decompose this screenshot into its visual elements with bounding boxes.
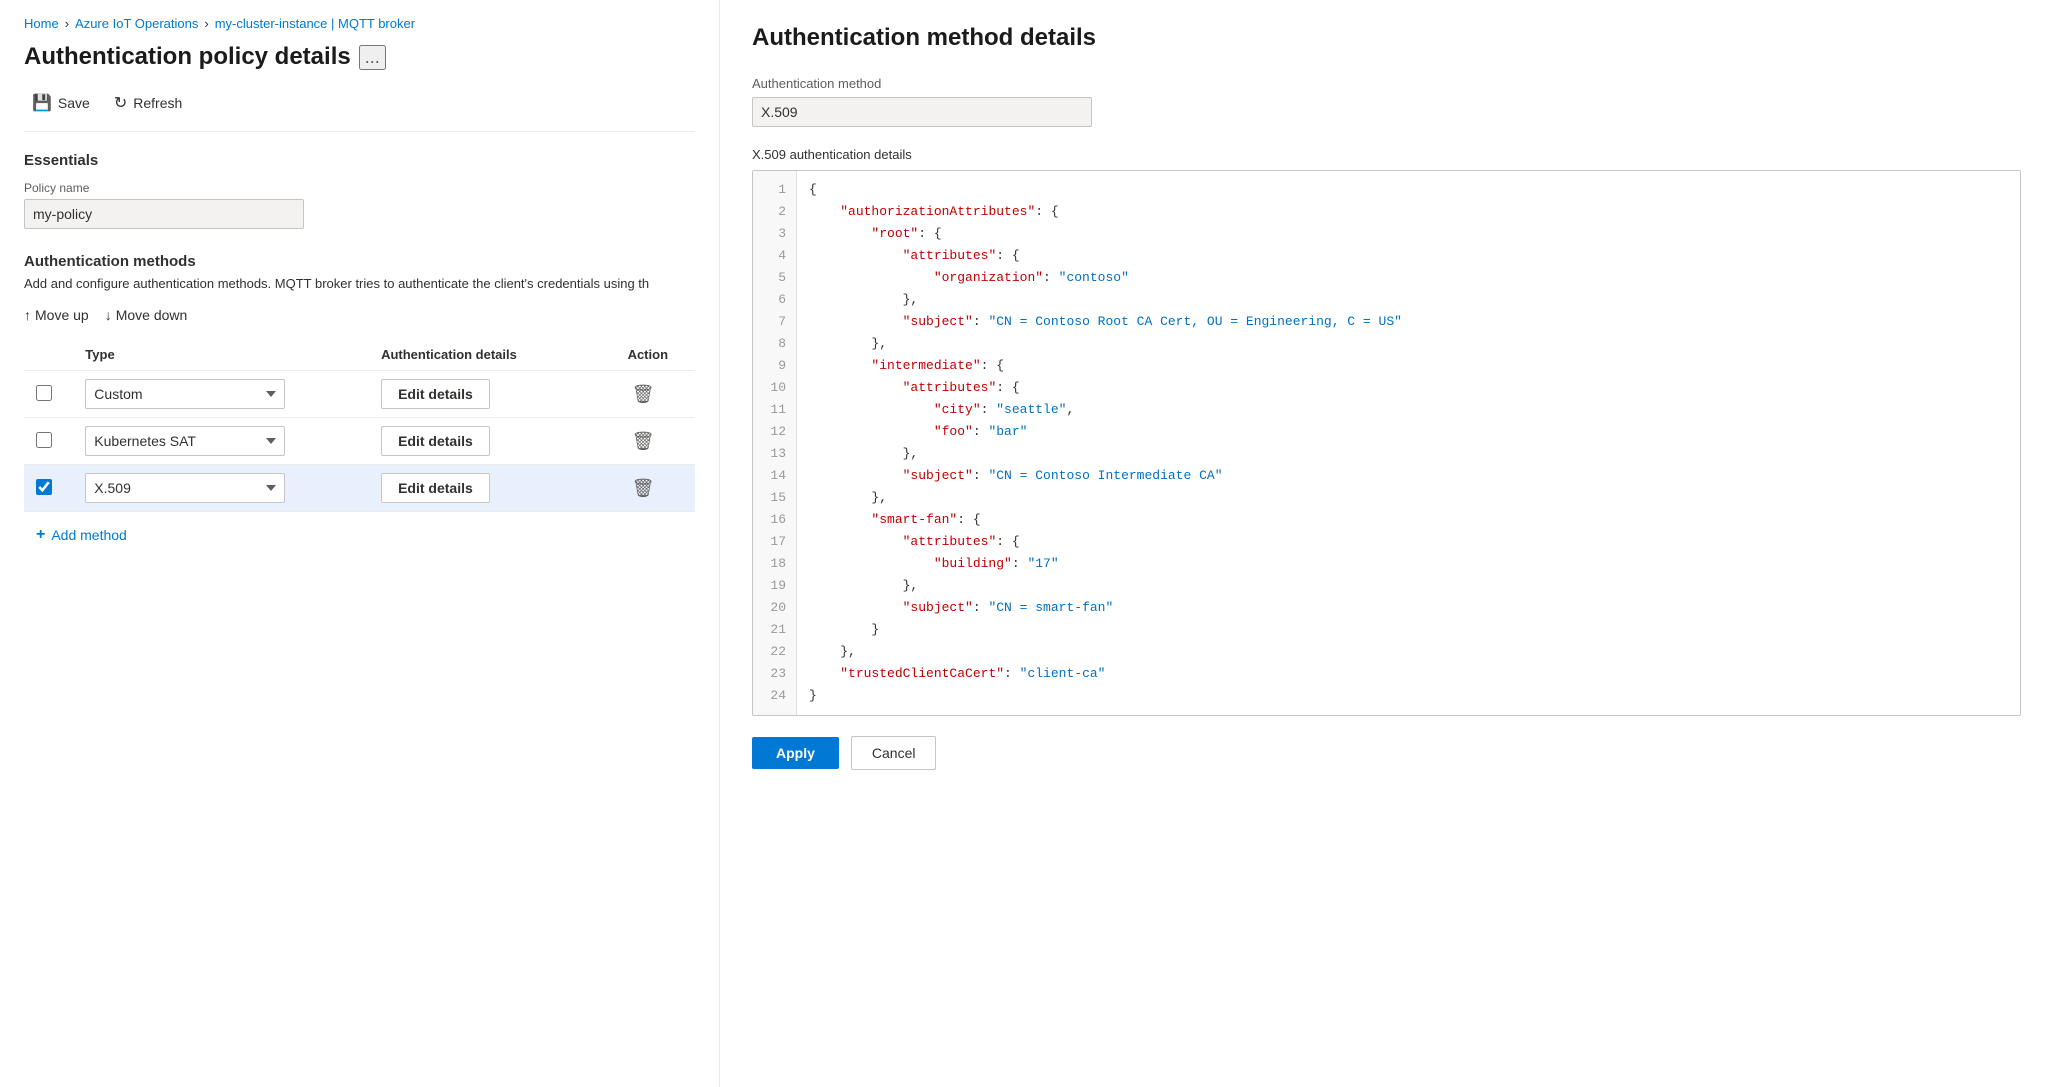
table-row: Custom Kubernetes SAT X.509 Edit details… bbox=[24, 465, 695, 512]
code-line: "attributes": { bbox=[809, 377, 2008, 399]
breadcrumb-azure-iot[interactable]: Azure IoT Operations bbox=[75, 16, 198, 31]
table-row: Custom Kubernetes SAT X.509 Edit details… bbox=[24, 371, 695, 418]
move-down-icon: ↓ bbox=[105, 307, 112, 323]
auth-methods-desc: Add and configure authentication methods… bbox=[24, 276, 695, 291]
code-line: } bbox=[809, 685, 2008, 707]
policy-name-input[interactable] bbox=[24, 199, 304, 229]
delete-button-0[interactable]: 🗑 bbox=[628, 380, 659, 409]
code-line: "building": "17" bbox=[809, 553, 2008, 575]
type-select-2[interactable]: Custom Kubernetes SAT X.509 bbox=[85, 473, 285, 503]
code-line: "trustedClientCaCert": "client-ca" bbox=[809, 663, 2008, 685]
auth-methods-title: Authentication methods bbox=[24, 253, 695, 270]
code-line: { bbox=[809, 179, 2008, 201]
toolbar: 💾 Save ↻ Refresh bbox=[24, 87, 695, 132]
left-panel: Home › Azure IoT Operations › my-cluster… bbox=[0, 0, 720, 1087]
auth-method-label: Authentication method bbox=[752, 76, 2021, 91]
essentials-section: Essentials Policy name bbox=[24, 152, 695, 249]
save-button[interactable]: 💾 Save bbox=[24, 87, 98, 119]
col-checkbox bbox=[24, 339, 73, 371]
code-line: "attributes": { bbox=[809, 531, 2008, 553]
code-line: "smart-fan": { bbox=[809, 509, 2008, 531]
code-line: "attributes": { bbox=[809, 245, 2008, 267]
more-options-button[interactable]: ... bbox=[359, 45, 386, 70]
move-up-icon: ↑ bbox=[24, 307, 31, 323]
code-line: }, bbox=[809, 289, 2008, 311]
right-panel: Authentication method details Authentica… bbox=[720, 0, 2053, 1087]
policy-name-label: Policy name bbox=[24, 181, 695, 195]
code-line: } bbox=[809, 619, 2008, 641]
apply-button[interactable]: Apply bbox=[752, 737, 839, 769]
code-editor: 123456789101112131415161718192021222324 … bbox=[752, 170, 2021, 716]
table-row: Custom Kubernetes SAT X.509 Edit details… bbox=[24, 418, 695, 465]
col-type: Type bbox=[73, 339, 369, 371]
essentials-title: Essentials bbox=[24, 152, 695, 169]
code-line: }, bbox=[809, 487, 2008, 509]
breadcrumb-cluster[interactable]: my-cluster-instance | MQTT broker bbox=[215, 16, 415, 31]
breadcrumb: Home › Azure IoT Operations › my-cluster… bbox=[24, 16, 695, 31]
code-line: "subject": "CN = Contoso Root CA Cert, O… bbox=[809, 311, 2008, 333]
auth-method-input[interactable] bbox=[752, 97, 1092, 127]
cancel-button[interactable]: Cancel bbox=[851, 736, 937, 770]
right-panel-title: Authentication method details bbox=[752, 24, 2021, 52]
row-checkbox-1[interactable] bbox=[36, 432, 52, 448]
code-line: "organization": "contoso" bbox=[809, 267, 2008, 289]
code-line: "intermediate": { bbox=[809, 355, 2008, 377]
move-buttons: ↑ Move up ↓ Move down bbox=[24, 303, 695, 327]
page-title: Authentication policy details ... bbox=[24, 43, 695, 71]
add-icon: + bbox=[36, 526, 45, 544]
refresh-button[interactable]: ↻ Refresh bbox=[106, 87, 190, 119]
row-checkbox-2[interactable] bbox=[36, 479, 52, 495]
edit-details-button-1[interactable]: Edit details bbox=[381, 426, 490, 456]
edit-details-button-0[interactable]: Edit details bbox=[381, 379, 490, 409]
code-line: "authorizationAttributes": { bbox=[809, 201, 2008, 223]
refresh-icon: ↻ bbox=[114, 93, 127, 113]
code-line: }, bbox=[809, 641, 2008, 663]
code-line: }, bbox=[809, 443, 2008, 465]
code-lines[interactable]: { "authorizationAttributes": { "root": {… bbox=[797, 171, 2020, 715]
col-action: Action bbox=[616, 339, 695, 371]
type-select-0[interactable]: Custom Kubernetes SAT X.509 bbox=[85, 379, 285, 409]
edit-details-button-2[interactable]: Edit details bbox=[381, 473, 490, 503]
breadcrumb-home[interactable]: Home bbox=[24, 16, 59, 31]
col-auth-details: Authentication details bbox=[369, 339, 615, 371]
delete-button-1[interactable]: 🗑 bbox=[628, 427, 659, 456]
code-line: }, bbox=[809, 333, 2008, 355]
code-line: "root": { bbox=[809, 223, 2008, 245]
code-line: "foo": "bar" bbox=[809, 421, 2008, 443]
methods-table: Type Authentication details Action Custo… bbox=[24, 339, 695, 512]
code-line: "subject": "CN = smart-fan" bbox=[809, 597, 2008, 619]
line-numbers: 123456789101112131415161718192021222324 bbox=[753, 171, 797, 715]
move-up-button[interactable]: ↑ Move up bbox=[24, 303, 89, 327]
row-checkbox-0[interactable] bbox=[36, 385, 52, 401]
code-line: "city": "seattle", bbox=[809, 399, 2008, 421]
save-icon: 💾 bbox=[32, 93, 52, 113]
type-select-1[interactable]: Custom Kubernetes SAT X.509 bbox=[85, 426, 285, 456]
auth-methods-section: Authentication methods Add and configure… bbox=[24, 253, 695, 554]
x509-auth-label: X.509 authentication details bbox=[752, 147, 2021, 162]
code-line: }, bbox=[809, 575, 2008, 597]
code-line: "subject": "CN = Contoso Intermediate CA… bbox=[809, 465, 2008, 487]
add-method-button[interactable]: + Add method bbox=[24, 516, 139, 554]
delete-button-2[interactable]: 🗑 bbox=[628, 474, 659, 503]
bottom-buttons: Apply Cancel bbox=[752, 736, 2021, 770]
move-down-button[interactable]: ↓ Move down bbox=[105, 303, 188, 327]
